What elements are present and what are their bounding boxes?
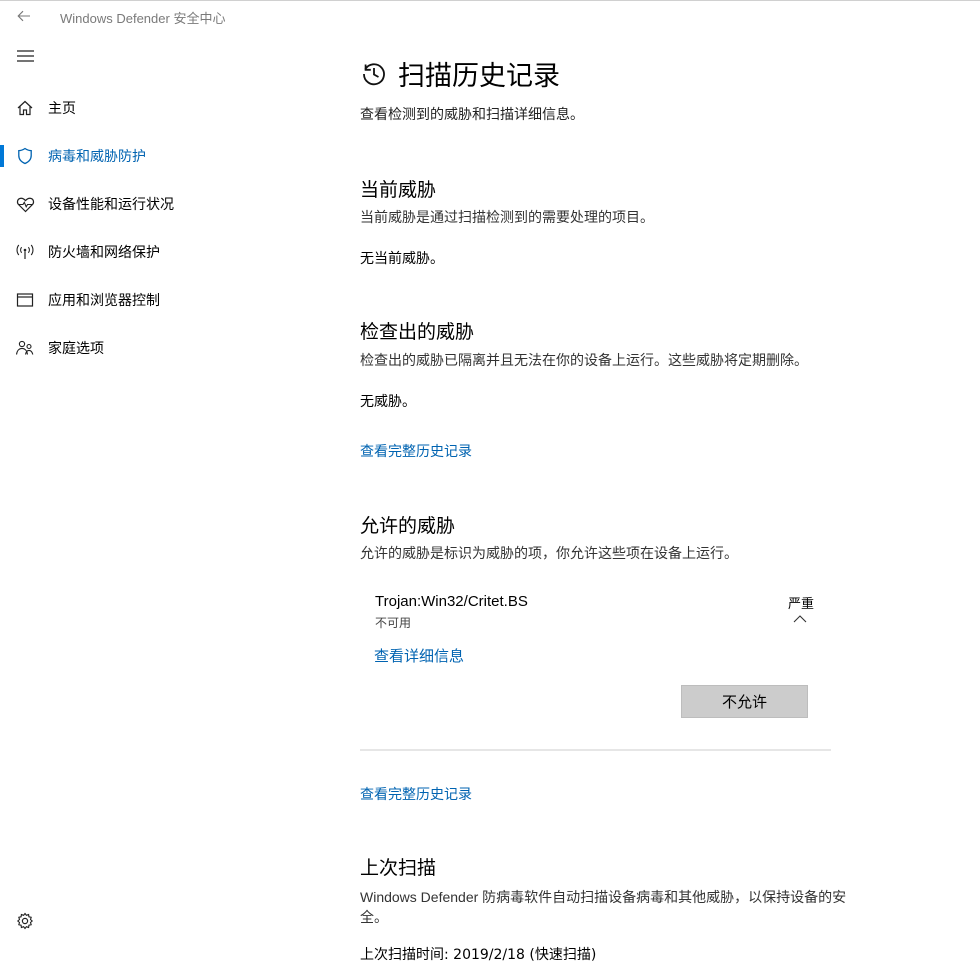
allowed-threat-item[interactable]: Trojan:Win32/Critet.BS 不可用 严重 查看详细信息 不允许 <box>360 585 831 751</box>
disallow-button[interactable]: 不允许 <box>681 685 808 718</box>
sidebar-item-firewall[interactable]: 防火墙和网络保护 <box>0 228 330 276</box>
threat-status: 不可用 <box>375 616 412 630</box>
quarantined-full-history-link[interactable]: 查看完整历史记录 <box>360 441 472 461</box>
gear-icon <box>16 912 34 930</box>
threat-name: Trojan:Win32/Critet.BS <box>375 593 528 610</box>
allowed-threats-description: 允许的威胁是标识为威胁的项，你允许这些项在设备上运行。 <box>360 546 738 562</box>
quarantined-threats-heading: 检查出的威胁 <box>360 321 475 343</box>
settings-button[interactable] <box>14 910 36 932</box>
title-bar: Windows Defender 安全中心 <box>0 1 980 31</box>
threat-details-link[interactable]: 查看详细信息 <box>374 645 464 666</box>
window-icon <box>15 290 35 310</box>
divider <box>360 749 831 751</box>
home-icon <box>15 98 35 118</box>
sidebar-item-label: 病毒和威胁防护 <box>48 149 146 165</box>
last-scan-info: 上次扫描时间: 2019/2/18 (快速扫描) <box>360 947 597 963</box>
heart-icon <box>15 194 35 214</box>
sidebar-item-virus-protection[interactable]: 病毒和威胁防护 <box>0 132 330 180</box>
app-title: Windows Defender 安全中心 <box>60 11 226 26</box>
chevron-up-icon[interactable] <box>792 613 808 625</box>
wifi-icon <box>15 242 35 262</box>
menu-button[interactable] <box>14 46 36 66</box>
quarantined-threats-status: 无威胁。 <box>360 394 416 410</box>
back-button[interactable] <box>10 5 38 27</box>
history-clock-icon <box>363 62 385 85</box>
page-subtitle: 查看检测到的威胁和扫描详细信息。 <box>360 107 584 123</box>
page-header: 扫描历史记录 <box>360 54 560 93</box>
sidebar-item-label: 家庭选项 <box>48 341 104 357</box>
sidebar-item-label: 设备性能和运行状况 <box>48 197 174 213</box>
allowed-full-history-link[interactable]: 查看完整历史记录 <box>360 784 472 804</box>
sidebar-item-home[interactable]: 主页 <box>0 84 330 132</box>
sidebar-item-app-browser[interactable]: 应用和浏览器控制 <box>0 276 330 324</box>
page-title: 扫描历史记录 <box>398 61 560 92</box>
allowed-threats-heading: 允许的威胁 <box>360 515 456 537</box>
hamburger-icon <box>16 50 34 62</box>
quarantined-threats-description: 检查出的威胁已隔离并且无法在你的设备上运行。这些威胁将定期删除。 <box>360 353 808 369</box>
last-scan-description: Windows Defender 防病毒软件自动扫描设备病毒和其他威胁，以保持设… <box>360 889 847 925</box>
sidebar-nav: 主页 病毒和威胁防护 设备性能和运行状况 防火墙和网络保护 应用和浏览器控制 家… <box>0 84 330 372</box>
sidebar-item-label: 防火墙和网络保护 <box>48 245 160 261</box>
shield-icon <box>15 146 35 166</box>
last-scan-heading: 上次扫描 <box>360 857 437 879</box>
threat-severity: 严重 <box>788 597 815 612</box>
back-arrow-icon <box>17 10 30 22</box>
current-threats-description: 当前威胁是通过扫描检测到的需要处理的项目。 <box>360 210 654 226</box>
family-icon <box>15 338 35 358</box>
current-threats-heading: 当前威胁 <box>360 179 437 201</box>
sidebar-item-label: 主页 <box>48 101 76 117</box>
sidebar-item-label: 应用和浏览器控制 <box>48 293 160 309</box>
sidebar-item-family[interactable]: 家庭选项 <box>0 324 330 372</box>
sidebar-item-device-health[interactable]: 设备性能和运行状况 <box>0 180 330 228</box>
current-threats-status: 无当前威胁。 <box>360 251 444 267</box>
